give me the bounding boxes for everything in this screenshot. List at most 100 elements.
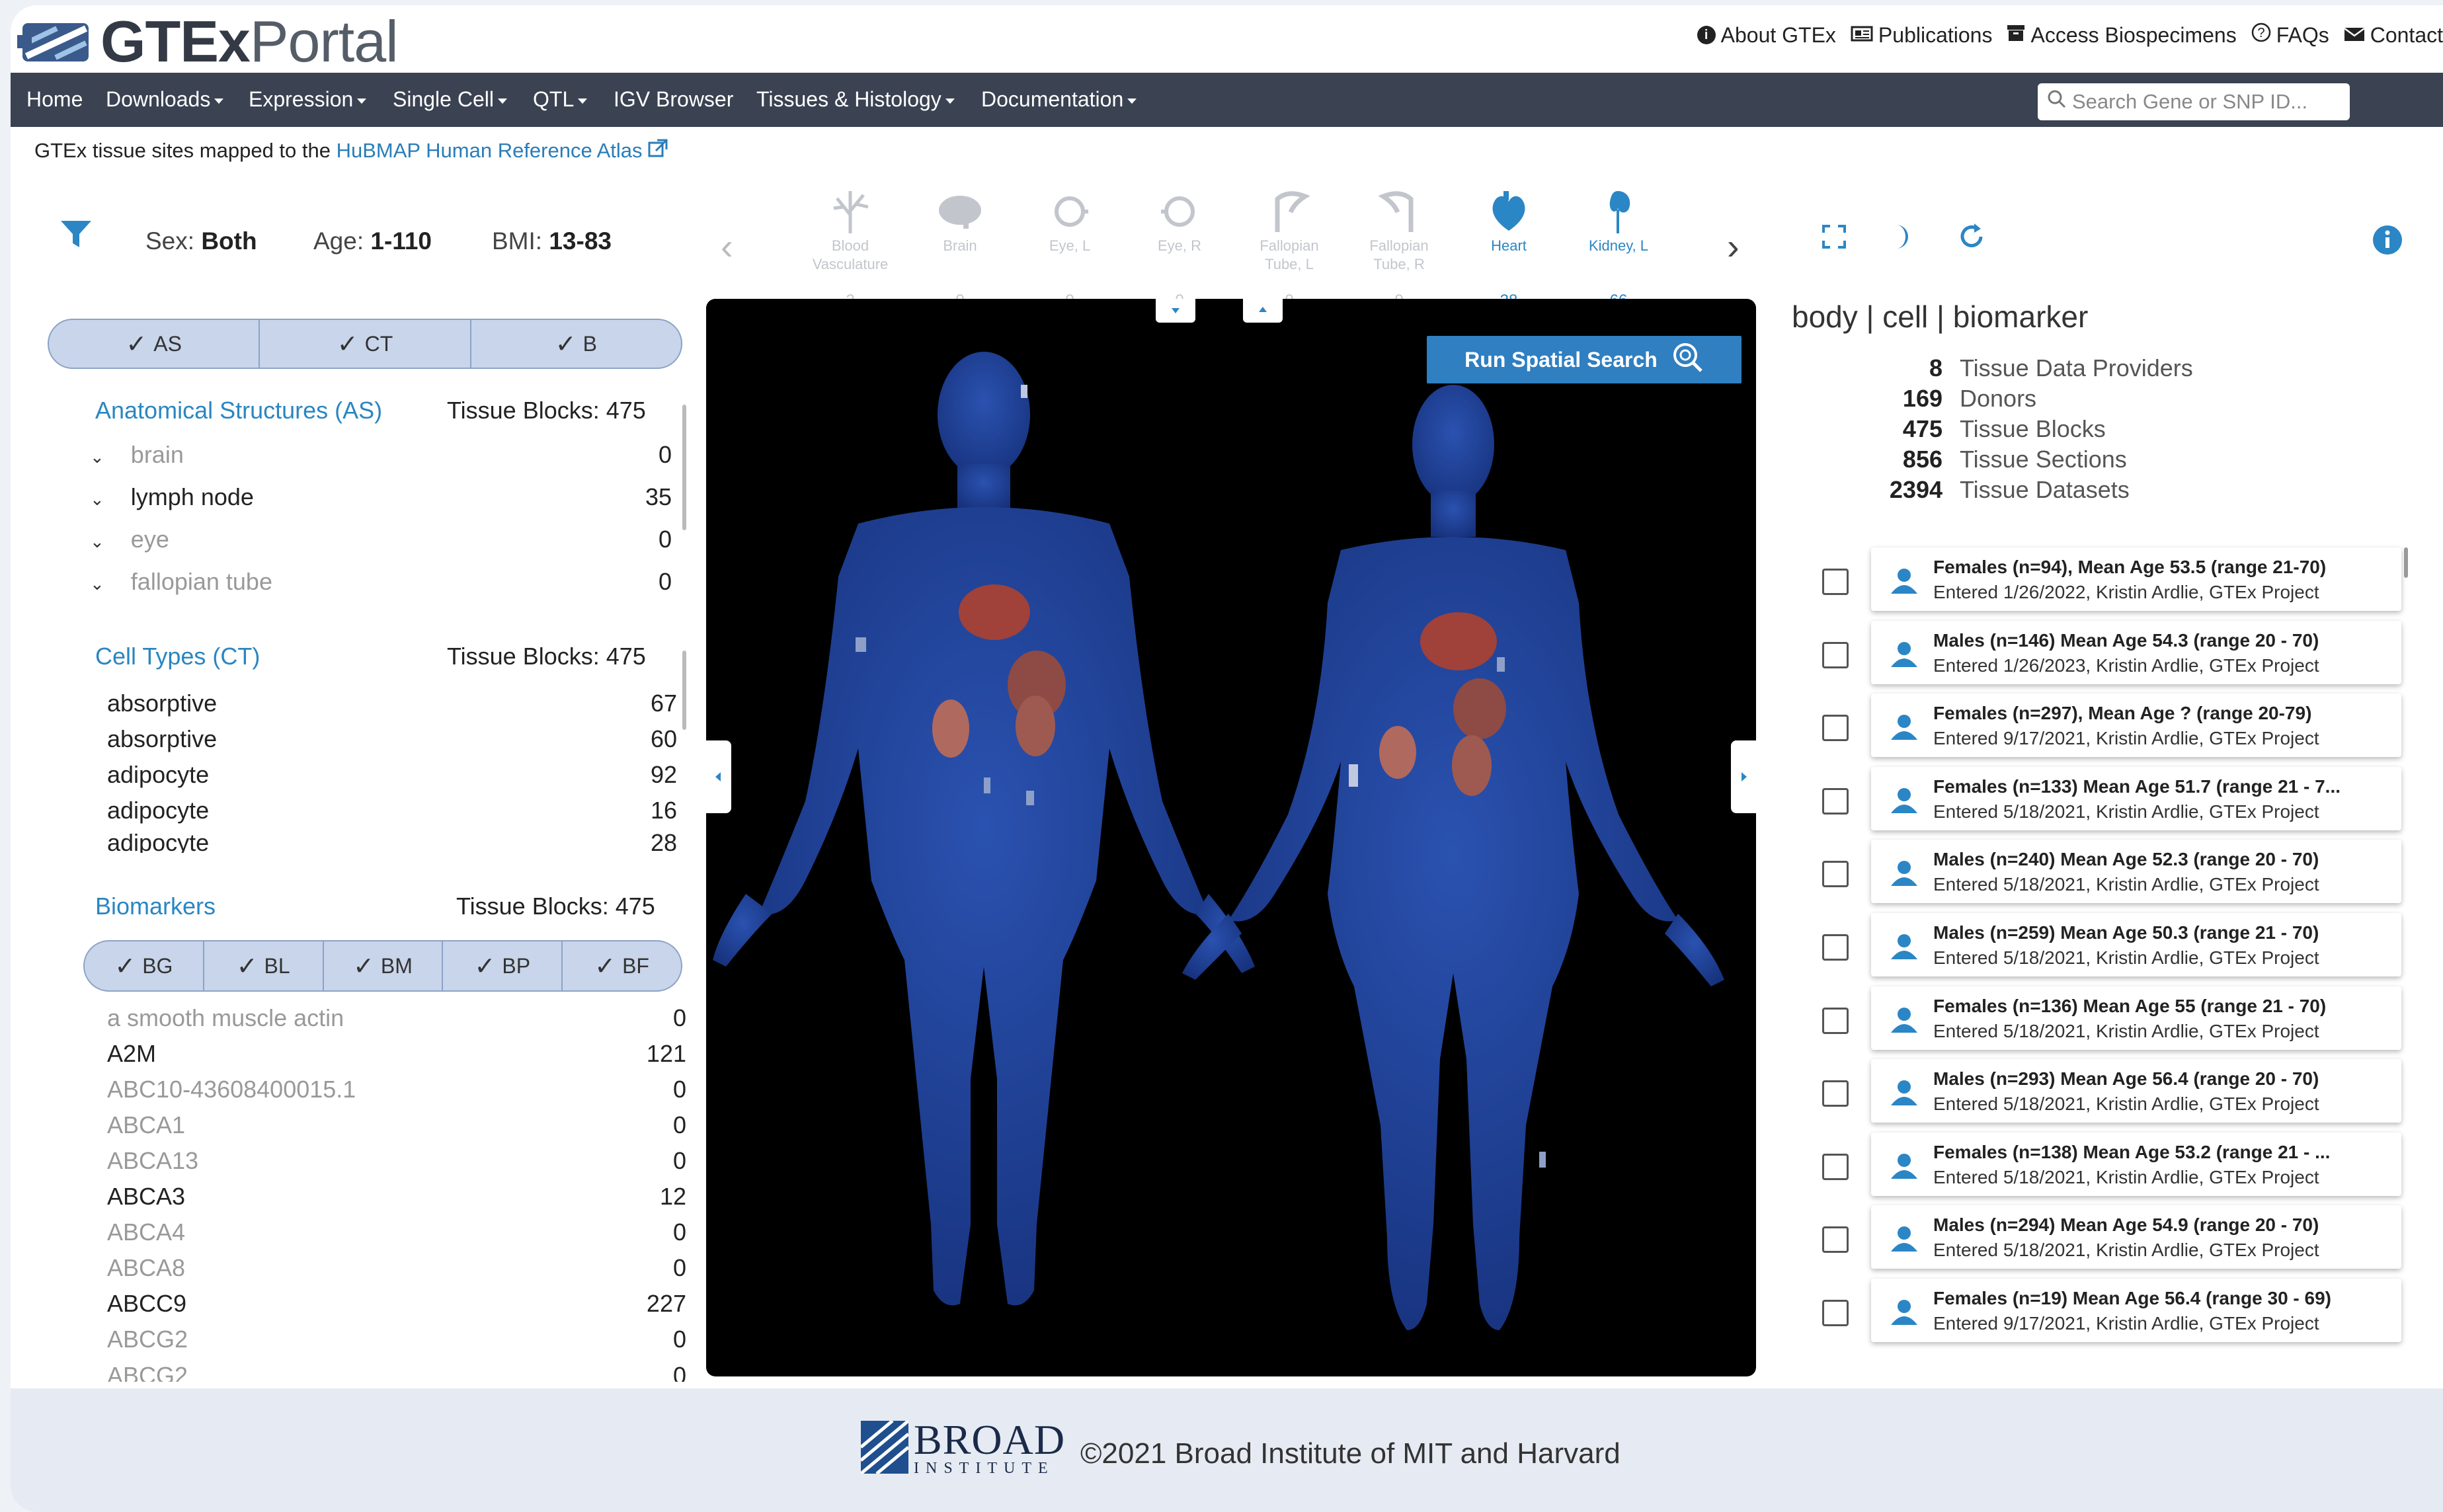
organ-heart[interactable]: Heart 28 — [1469, 186, 1548, 309]
as-scrollbar[interactable] — [682, 405, 686, 530]
age-filter[interactable]: Age: 1-110 — [313, 227, 432, 255]
ct-row[interactable]: absorptive 60 — [107, 722, 677, 756]
body-3d-viewer[interactable]: Run Spatial Search — [706, 299, 1756, 1376]
as-row[interactable]: ⌄ lymph node 35 — [90, 480, 672, 514]
organ-fallopian-tube-left[interactable]: Fallopian Tube, L 0 — [1250, 186, 1329, 309]
biomarker-row[interactable]: ABCA4 0 — [107, 1215, 686, 1250]
ct-row[interactable]: adipocyte 16 — [107, 793, 677, 828]
biomarker-row[interactable]: a smooth muscle actin 0 — [107, 1001, 686, 1035]
dataset-card[interactable]: Females (n=94), Mean Age 53.5 (range 21-… — [1871, 547, 2401, 611]
organ-eye-left[interactable]: Eye, L 0 — [1030, 186, 1109, 309]
nav-downloads[interactable]: Downloads — [106, 87, 224, 112]
dataset-list-scrollbar[interactable] — [2404, 547, 2408, 578]
ct-row[interactable]: adipocyte 92 — [107, 758, 677, 792]
dataset-card[interactable]: Males (n=294) Mean Age 54.9 (range 20 - … — [1871, 1205, 2401, 1269]
theme-toggle-icon[interactable] — [1887, 222, 1916, 255]
biomarker-row[interactable]: ABCA8 0 — [107, 1251, 686, 1285]
ct-scrollbar[interactable] — [682, 651, 686, 730]
toggle-bl[interactable]: ✓ BL — [204, 941, 324, 990]
toggle-bf[interactable]: ✓ BF — [563, 941, 681, 990]
dataset-card[interactable]: Males (n=293) Mean Age 56.4 (range 20 - … — [1871, 1059, 2401, 1123]
nav-qtl[interactable]: QTL — [533, 87, 588, 112]
run-spatial-search-button[interactable]: Run Spatial Search — [1427, 336, 1742, 383]
biomarker-row[interactable]: ABCC9 227 — [107, 1287, 686, 1321]
dataset-checkbox[interactable] — [1822, 1080, 1849, 1107]
stat-label: Tissue Sections — [1960, 446, 2127, 473]
right-panel-title: body | cell | biomarker — [1792, 299, 2089, 334]
dataset-checkbox[interactable] — [1822, 1008, 1849, 1034]
nav-expression[interactable]: Expression — [249, 87, 367, 112]
ct-row[interactable]: absorptive 67 — [107, 686, 677, 721]
organ-blood-vasculature[interactable]: Blood Vasculature 2 — [811, 186, 890, 309]
as-row[interactable]: ⌄ fallopian tube 0 — [90, 565, 672, 599]
ct-row[interactable]: adipocyte 28 — [107, 829, 677, 853]
search-input[interactable]: Search Gene or SNP ID... — [2038, 83, 2350, 120]
dataset-card[interactable]: Females (n=19) Mean Age 56.4 (range 30 -… — [1871, 1279, 2401, 1342]
biomarker-row[interactable]: ABCA1 0 — [107, 1108, 686, 1142]
collapse-left-panel-icon[interactable] — [706, 740, 731, 813]
contact-label: Contact — [2370, 22, 2443, 47]
biomarker-row[interactable]: ABCA3 12 — [107, 1179, 686, 1214]
broad-institute-logo[interactable]: BROAD INSTITUTE — [860, 1419, 1065, 1478]
hubmap-atlas-link[interactable]: HuBMAP Human Reference Atlas — [337, 139, 668, 162]
dataset-checkbox[interactable] — [1822, 569, 1849, 595]
biomarker-row[interactable]: ABCG2 0 — [107, 1322, 686, 1357]
nav-tissues-histology[interactable]: Tissues & Histology — [756, 87, 955, 112]
toggle-ct[interactable]: ✓ CT — [260, 320, 471, 368]
organ-kidney-left[interactable]: Kidney, L 66 — [1579, 186, 1658, 309]
toggle-b[interactable]: ✓ B — [471, 320, 681, 368]
organ-scroll-left-icon[interactable]: ‹ — [721, 225, 733, 268]
info-icon[interactable] — [2372, 225, 2403, 259]
dataset-card[interactable]: Males (n=146) Mean Age 54.3 (range 20 - … — [1871, 621, 2401, 684]
dataset-card[interactable]: Females (n=138) Mean Age 53.2 (range 21 … — [1871, 1133, 2401, 1196]
dataset-checkbox[interactable] — [1822, 715, 1849, 741]
nav-single-cell[interactable]: Single Cell — [393, 87, 507, 112]
dataset-card[interactable]: Females (n=136) Mean Age 55 (range 21 - … — [1871, 986, 2401, 1050]
reset-icon[interactable] — [1957, 222, 1986, 255]
nav-igv-browser[interactable]: IGV Browser — [614, 87, 733, 112]
bmi-filter[interactable]: BMI: 13-83 — [492, 227, 612, 255]
organ-eye-right[interactable]: Eye, R 0 — [1140, 186, 1219, 309]
nav-documentation[interactable]: Documentation — [981, 87, 1137, 112]
dataset-card[interactable]: Females (n=297), Mean Age ? (range 20-79… — [1871, 694, 2401, 757]
dataset-checkbox[interactable] — [1822, 861, 1849, 887]
biomarker-row[interactable]: A2M 121 — [107, 1037, 686, 1071]
biomarker-row-label: ABCA13 — [107, 1147, 199, 1174]
dataset-checkbox[interactable] — [1822, 1300, 1849, 1326]
organ-brain[interactable]: Brain 0 — [920, 186, 1000, 309]
biomarker-row[interactable]: ABCG2 0 — [107, 1362, 686, 1382]
toggle-as[interactable]: ✓ AS — [49, 320, 260, 368]
person-icon — [1888, 1150, 1920, 1181]
publications-link[interactable]: Publications — [1851, 22, 1992, 48]
sex-filter[interactable]: Sex: Both — [145, 227, 257, 255]
organ-scroll-right-icon[interactable]: › — [1727, 225, 1740, 268]
collapse-top-tab-icon[interactable] — [1156, 299, 1195, 323]
as-row[interactable]: ⌄ eye 0 — [90, 522, 672, 557]
filter-funnel-icon[interactable] — [60, 219, 93, 249]
organ-fallopian-tube-right[interactable]: Fallopian Tube, R 0 — [1359, 186, 1439, 309]
toggle-bg[interactable]: ✓ BG — [85, 941, 204, 990]
contact-link[interactable]: Contact — [2343, 22, 2443, 48]
toggle-bp[interactable]: ✓ BP — [443, 941, 563, 990]
dataset-card[interactable]: Females (n=133) Mean Age 51.7 (range 21 … — [1871, 767, 2401, 830]
dataset-checkbox[interactable] — [1822, 642, 1849, 668]
dataset-checkbox[interactable] — [1822, 1154, 1849, 1180]
fullscreen-icon[interactable] — [1821, 223, 1847, 253]
about-gtex-link[interactable]: i About GTEx — [1697, 22, 1836, 48]
biomarker-row[interactable]: ABCA13 0 — [107, 1144, 686, 1178]
biomarker-row[interactable]: ABC10-43608400015.1 0 — [107, 1072, 686, 1107]
access-biospecimens-link[interactable]: Access Biospecimens — [2007, 22, 2237, 48]
dataset-checkbox[interactable] — [1822, 788, 1849, 815]
expand-top-tab-icon[interactable] — [1243, 299, 1283, 323]
dataset-card[interactable]: Males (n=240) Mean Age 52.3 (range 20 - … — [1871, 840, 2401, 903]
gtex-logo[interactable]: GTExPortal — [17, 9, 399, 74]
dataset-card[interactable]: Males (n=259) Mean Age 50.3 (range 21 - … — [1871, 913, 2401, 976]
collapse-right-panel-icon[interactable] — [1731, 740, 1756, 813]
dataset-title: Females (n=19) Mean Age 56.4 (range 30 -… — [1933, 1288, 2331, 1308]
dataset-checkbox[interactable] — [1822, 934, 1849, 961]
faqs-link[interactable]: ? FAQs — [2251, 22, 2329, 48]
nav-home[interactable]: Home — [26, 87, 83, 112]
dataset-checkbox[interactable] — [1822, 1226, 1849, 1253]
toggle-bm[interactable]: ✓ BM — [324, 941, 444, 990]
as-row[interactable]: ⌄ brain 0 — [90, 438, 672, 472]
